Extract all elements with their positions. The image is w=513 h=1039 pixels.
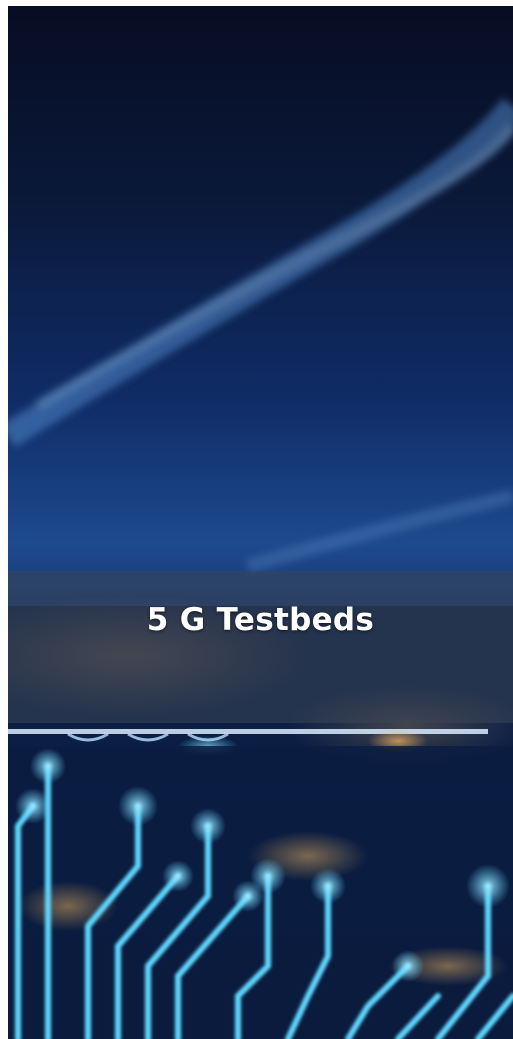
caption-band [8,571,513,723]
card-title: 5 G Testbeds [146,602,375,638]
testbed-card[interactable]: 5 G Testbeds [8,6,513,1039]
city-circuit-image [8,6,513,1039]
